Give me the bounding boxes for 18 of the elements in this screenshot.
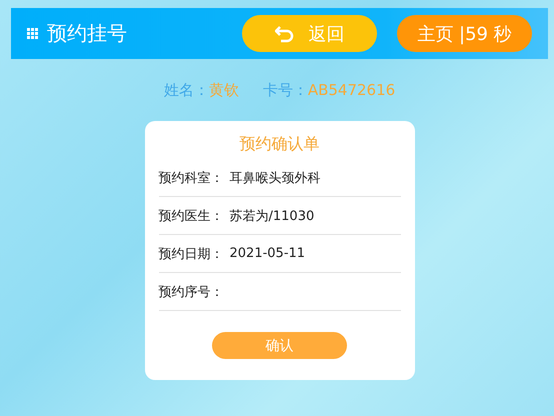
page-title: 预约挂号 <box>47 20 128 47</box>
field-value: 耳鼻喉头颈外科 <box>230 170 320 186</box>
card-number: AB5472616 <box>308 81 396 100</box>
card-label: 卡号： <box>262 81 308 100</box>
patient-name: 黄钦 <box>208 81 239 100</box>
name-label: 姓名： <box>164 81 209 100</box>
field-label: 预约医生： <box>158 208 224 224</box>
home-button[interactable]: 主页 |59 秒 <box>397 15 532 52</box>
confirm-button[interactable]: 确认 <box>212 332 347 359</box>
form-title: 预约确认单 <box>240 133 320 155</box>
field-label: 预约序号： <box>158 284 224 300</box>
field-label: 预约科室： <box>158 170 224 186</box>
menu-icon <box>27 28 38 39</box>
field-value: 苏若为/11030 <box>230 208 314 224</box>
back-button[interactable]: 返回 <box>242 15 377 52</box>
field-label: 预约日期： <box>158 246 224 262</box>
undo-arrow-icon <box>274 24 294 42</box>
field-value: 2021-05-11 <box>230 246 306 261</box>
